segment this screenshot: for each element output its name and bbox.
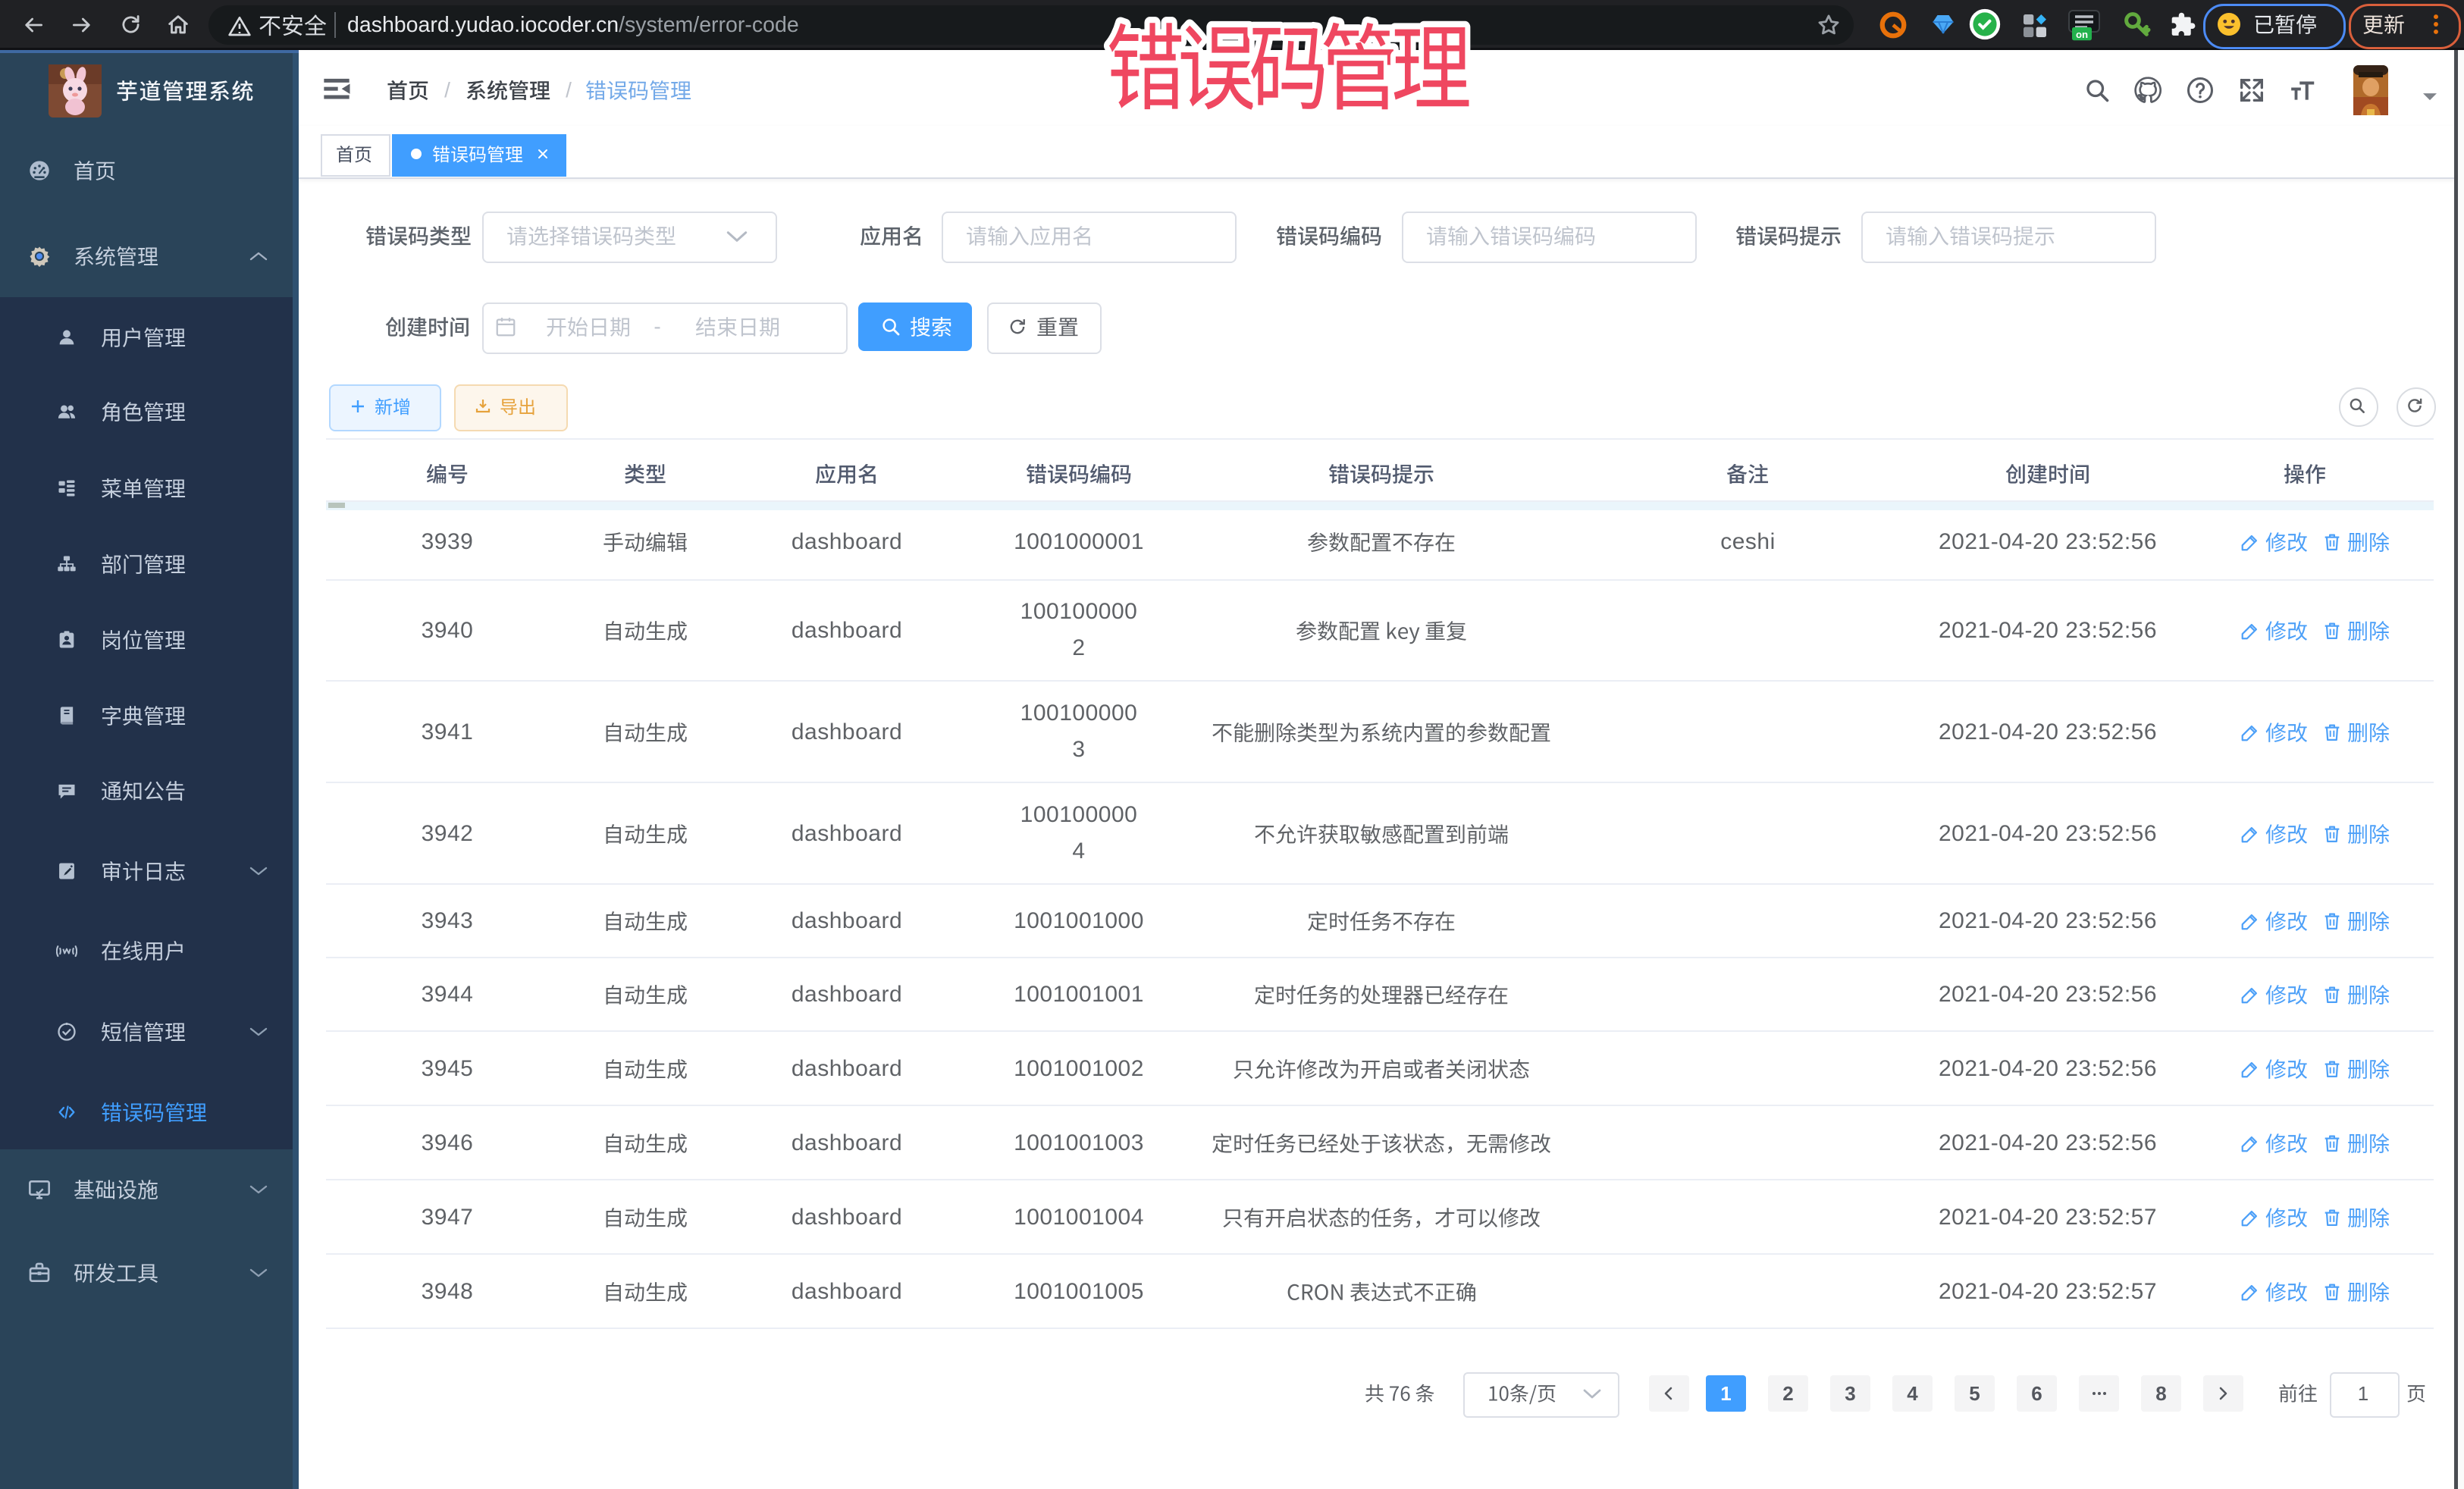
svg-text:on: on [2076, 29, 2088, 40]
